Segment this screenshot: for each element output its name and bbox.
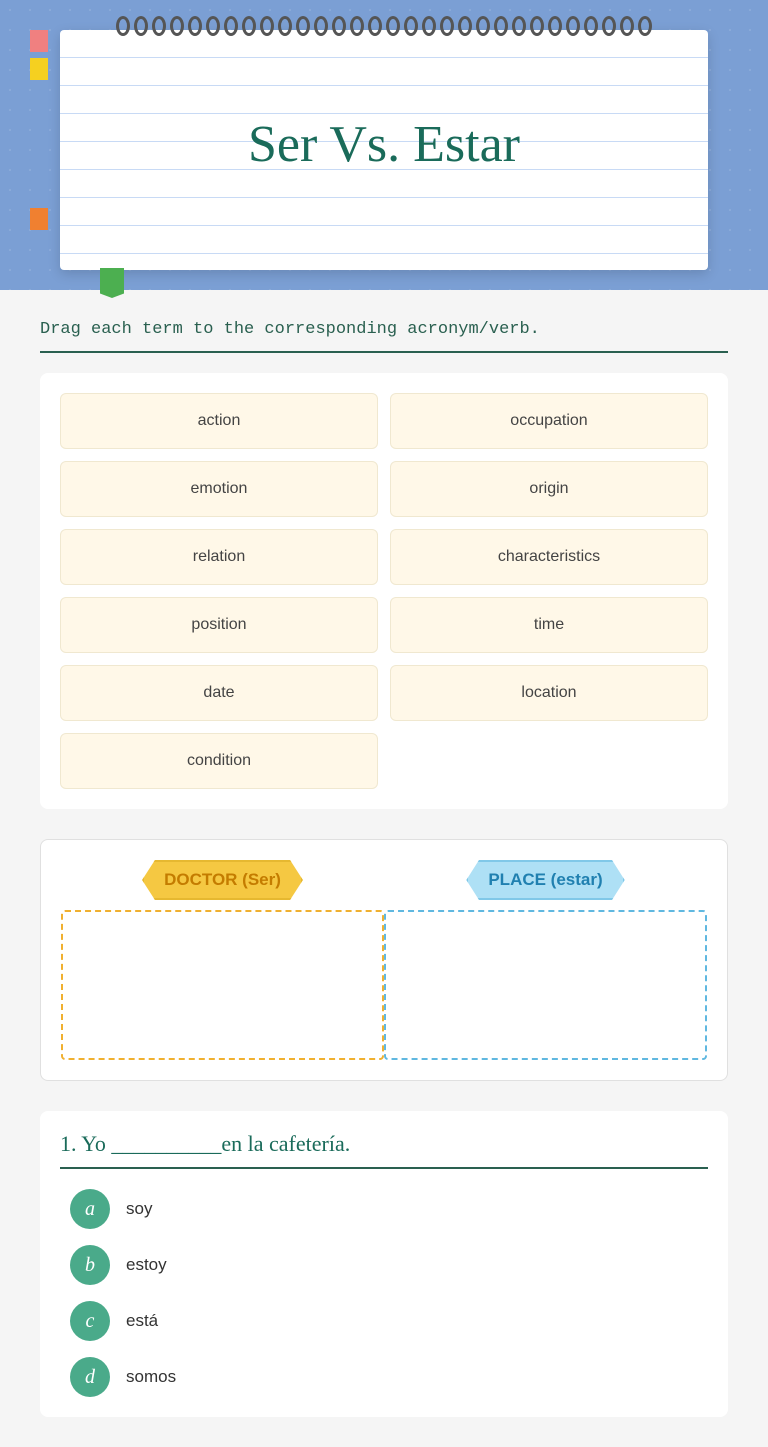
- term-card-characteristics[interactable]: characteristics: [390, 529, 708, 585]
- spiral-loop: [584, 16, 598, 36]
- terms-container: actionoccupationemotionoriginrelationcha…: [40, 373, 728, 809]
- quiz-options: asoy bestoy cestá dsomos: [60, 1189, 708, 1397]
- spiral-loop: [188, 16, 202, 36]
- green-bookmark: [100, 268, 124, 298]
- term-card-date[interactable]: date: [60, 665, 378, 721]
- notebook-section: Ser Vs. Estar: [0, 0, 768, 290]
- quiz-option-d[interactable]: dsomos: [70, 1357, 698, 1397]
- spiral-loop: [224, 16, 238, 36]
- spiral-loop: [548, 16, 562, 36]
- option-badge-b: b: [70, 1245, 110, 1285]
- spiral-loop: [152, 16, 166, 36]
- spiral-loop: [134, 16, 148, 36]
- option-text-d: somos: [126, 1367, 176, 1387]
- drop-zones-container: DOCTOR (Ser) PLACE (estar): [40, 839, 728, 1081]
- quiz-question: 1. Yo __________en la cafetería.: [60, 1131, 708, 1157]
- drop-zone-doctor[interactable]: DOCTOR (Ser): [61, 860, 384, 1060]
- tab-yellow: [30, 58, 48, 80]
- spiral-loop: [566, 16, 580, 36]
- tab-orange: [30, 208, 48, 230]
- spiral-loop: [332, 16, 346, 36]
- spiral-loop: [314, 16, 328, 36]
- place-label-wrapper: PLACE (estar): [466, 860, 624, 900]
- question-text: Yo __________en la cafetería.: [81, 1131, 350, 1156]
- term-card-time[interactable]: time: [390, 597, 708, 653]
- spiral-loop: [206, 16, 220, 36]
- term-card-condition[interactable]: condition: [60, 733, 378, 789]
- option-badge-d: d: [70, 1357, 110, 1397]
- quiz-section: 1. Yo __________en la cafetería. asoybes…: [40, 1111, 728, 1417]
- spiral-loop: [440, 16, 454, 36]
- quiz-option-b[interactable]: bestoy: [70, 1245, 698, 1285]
- option-badge-c: c: [70, 1301, 110, 1341]
- spiral-loop: [476, 16, 490, 36]
- option-badge-a: a: [70, 1189, 110, 1229]
- quiz-option-c[interactable]: cestá: [70, 1301, 698, 1341]
- place-drop-area[interactable]: [384, 910, 707, 1060]
- spiral-loop: [602, 16, 616, 36]
- spiral-loop: [260, 16, 274, 36]
- page-title: Ser Vs. Estar: [248, 94, 520, 196]
- spiral-loop: [512, 16, 526, 36]
- quiz-divider: [60, 1167, 708, 1169]
- spiral-loop: [386, 16, 400, 36]
- spiral-loop: [422, 16, 436, 36]
- main-content: Drag each term to the corresponding acro…: [0, 290, 768, 1447]
- spiral-loop: [116, 16, 130, 36]
- spiral-loop: [278, 16, 292, 36]
- notebook-paper: Ser Vs. Estar: [60, 30, 708, 270]
- spiral-loop: [296, 16, 310, 36]
- term-card-action[interactable]: action: [60, 393, 378, 449]
- doctor-drop-area[interactable]: [61, 910, 384, 1060]
- spiral-loop: [368, 16, 382, 36]
- place-ribbon: PLACE (estar): [466, 860, 624, 900]
- quiz-option-a[interactable]: asoy: [70, 1189, 698, 1229]
- term-card-origin[interactable]: origin: [390, 461, 708, 517]
- spiral-loop: [242, 16, 256, 36]
- instruction-text: Drag each term to the corresponding acro…: [40, 320, 728, 339]
- spiral-loop: [350, 16, 364, 36]
- section-divider: [40, 351, 728, 353]
- terms-grid: actionoccupationemotionoriginrelationcha…: [60, 393, 708, 789]
- drop-zone-place[interactable]: PLACE (estar): [384, 860, 707, 1060]
- term-card-occupation[interactable]: occupation: [390, 393, 708, 449]
- tab-pink: [30, 30, 48, 52]
- side-tab-bottom: [30, 208, 48, 230]
- doctor-label-wrapper: DOCTOR (Ser): [142, 860, 303, 900]
- spiral-binding: [60, 10, 708, 36]
- spiral-loops: [116, 16, 652, 36]
- spiral-loop: [530, 16, 544, 36]
- question-number: 1.: [60, 1131, 77, 1156]
- spiral-loop: [458, 16, 472, 36]
- option-text-b: estoy: [126, 1255, 167, 1275]
- spiral-loop: [494, 16, 508, 36]
- term-card-location[interactable]: location: [390, 665, 708, 721]
- term-card-emotion[interactable]: emotion: [60, 461, 378, 517]
- option-text-a: soy: [126, 1199, 152, 1219]
- spiral-loop: [620, 16, 634, 36]
- side-tabs: [30, 30, 48, 80]
- spiral-loop: [404, 16, 418, 36]
- doctor-ribbon: DOCTOR (Ser): [142, 860, 303, 900]
- term-card-relation[interactable]: relation: [60, 529, 378, 585]
- term-card-position[interactable]: position: [60, 597, 378, 653]
- option-text-c: está: [126, 1311, 158, 1331]
- spiral-loop: [170, 16, 184, 36]
- spiral-loop: [638, 16, 652, 36]
